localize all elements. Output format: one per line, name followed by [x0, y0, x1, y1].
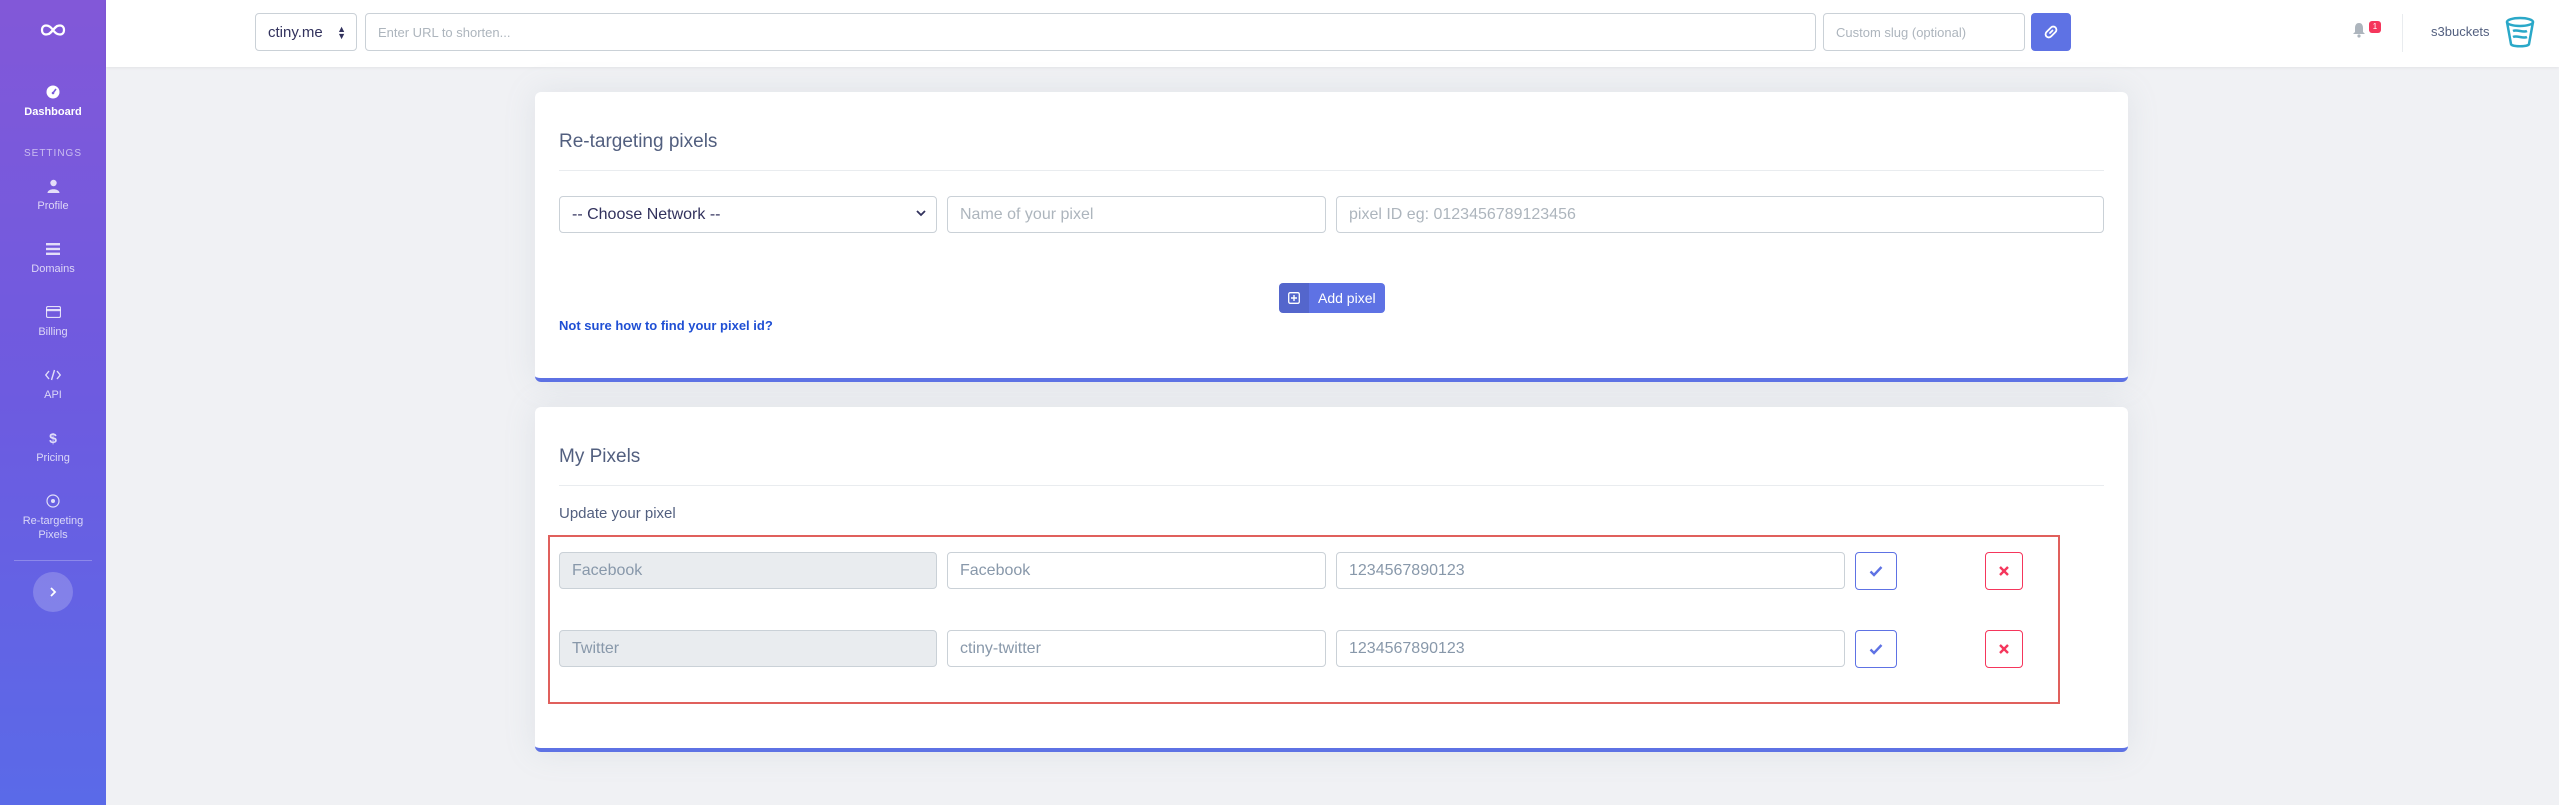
card-divider	[559, 170, 2104, 171]
shorten-button[interactable]	[2031, 13, 2071, 51]
user-icon	[45, 178, 61, 194]
save-pixel-button[interactable]	[1855, 552, 1897, 590]
sidebar-item-retargeting-pixels[interactable]: Re-targeting Pixels	[0, 493, 106, 541]
sidebar-item-label: Billing	[38, 326, 68, 338]
list-icon	[45, 241, 61, 257]
sidebar-heading: SETTINGS	[23, 148, 82, 159]
pixel-id-input[interactable]	[1336, 196, 2104, 233]
pixel-id-field[interactable]	[1336, 552, 1845, 589]
domain-select-value: ctiny.me	[268, 23, 323, 41]
sidebar-item-label: Pixels	[38, 529, 68, 541]
url-input[interactable]	[365, 13, 1816, 51]
network-select[interactable]: -- Choose Network --	[559, 196, 937, 233]
network-select-value: -- Choose Network --	[572, 205, 721, 223]
domain-select[interactable]: ctiny.me ▲ ▼	[255, 13, 357, 51]
dollar-icon: $	[49, 430, 57, 446]
add-pixel-label: Add pixel	[1318, 290, 1376, 306]
close-icon	[1999, 566, 2009, 576]
target-icon	[45, 493, 61, 509]
bucket-avatar-icon	[2505, 16, 2535, 48]
chevron-right-icon	[50, 587, 57, 597]
add-pixel-button[interactable]: Add pixel	[1279, 283, 1385, 313]
pixel-name-input[interactable]	[947, 196, 1326, 233]
sidebar-item-label: Re-targeting	[22, 515, 84, 527]
bell-icon	[2353, 23, 2365, 38]
check-icon	[1869, 566, 1883, 577]
retargeting-card: Re-targeting pixels -- Choose Network --…	[535, 92, 2128, 382]
pixel-id-field[interactable]	[1336, 630, 1845, 667]
pixel-network-field	[559, 552, 937, 589]
my-pixels-card: My Pixels Update your pixel	[535, 407, 2128, 752]
code-icon	[45, 367, 61, 383]
credit-card-icon	[45, 304, 61, 320]
avatar[interactable]	[2502, 14, 2538, 50]
topbar-divider	[2402, 14, 2403, 52]
topbar: ctiny.me ▲▼ 1 s3buckets	[106, 0, 2559, 67]
link-loop-icon	[40, 24, 66, 36]
custom-slug-input[interactable]	[1823, 13, 2025, 51]
link-icon	[2044, 25, 2058, 39]
sidebar-item-label: Pricing	[36, 452, 70, 464]
card-divider	[559, 485, 2104, 486]
pixel-name-field[interactable]	[947, 630, 1326, 667]
sidebar-item-label: Domains	[31, 263, 75, 275]
sidebar-item-api[interactable]: API	[0, 367, 106, 401]
pixel-network-field	[559, 630, 937, 667]
pixel-name-field[interactable]	[947, 552, 1326, 589]
sidebar-item-domains[interactable]: Domains	[0, 241, 106, 275]
sidebar: Dashboard SETTINGS Profile Domains Billi…	[0, 0, 106, 805]
sidebar-item-label: API	[44, 389, 62, 401]
check-icon	[1869, 644, 1883, 655]
sidebar-toggle-button[interactable]	[33, 572, 73, 612]
notification-badge: 1	[2369, 21, 2381, 33]
update-pixel-subtitle: Update your pixel	[559, 505, 676, 522]
pixel-id-help-link[interactable]: Not sure how to find your pixel id?	[559, 318, 773, 333]
sidebar-item-label: Profile	[37, 200, 69, 212]
gauge-icon	[45, 84, 61, 100]
sidebar-item-dashboard[interactable]: Dashboard	[0, 84, 106, 118]
close-icon	[1999, 644, 2009, 654]
delete-pixel-button[interactable]	[1985, 630, 2023, 668]
select-arrows-icon: ▲ ▼	[337, 24, 346, 41]
sidebar-item-label: Dashboard	[24, 106, 82, 118]
delete-pixel-button[interactable]	[1985, 552, 2023, 590]
sidebar-item-pricing[interactable]: $ Pricing	[0, 430, 106, 464]
save-pixel-button[interactable]	[1855, 630, 1897, 668]
username[interactable]: s3buckets	[2431, 24, 2490, 39]
plus-square-icon	[1279, 283, 1309, 313]
retargeting-title: Re-targeting pixels	[559, 131, 718, 152]
sidebar-item-billing[interactable]: Billing	[0, 304, 106, 338]
sidebar-item-profile[interactable]: Profile	[0, 178, 106, 212]
sidebar-divider	[14, 560, 92, 561]
my-pixels-title: My Pixels	[559, 446, 641, 467]
chevron-down-icon	[916, 210, 926, 217]
app-logo[interactable]	[0, 18, 106, 46]
